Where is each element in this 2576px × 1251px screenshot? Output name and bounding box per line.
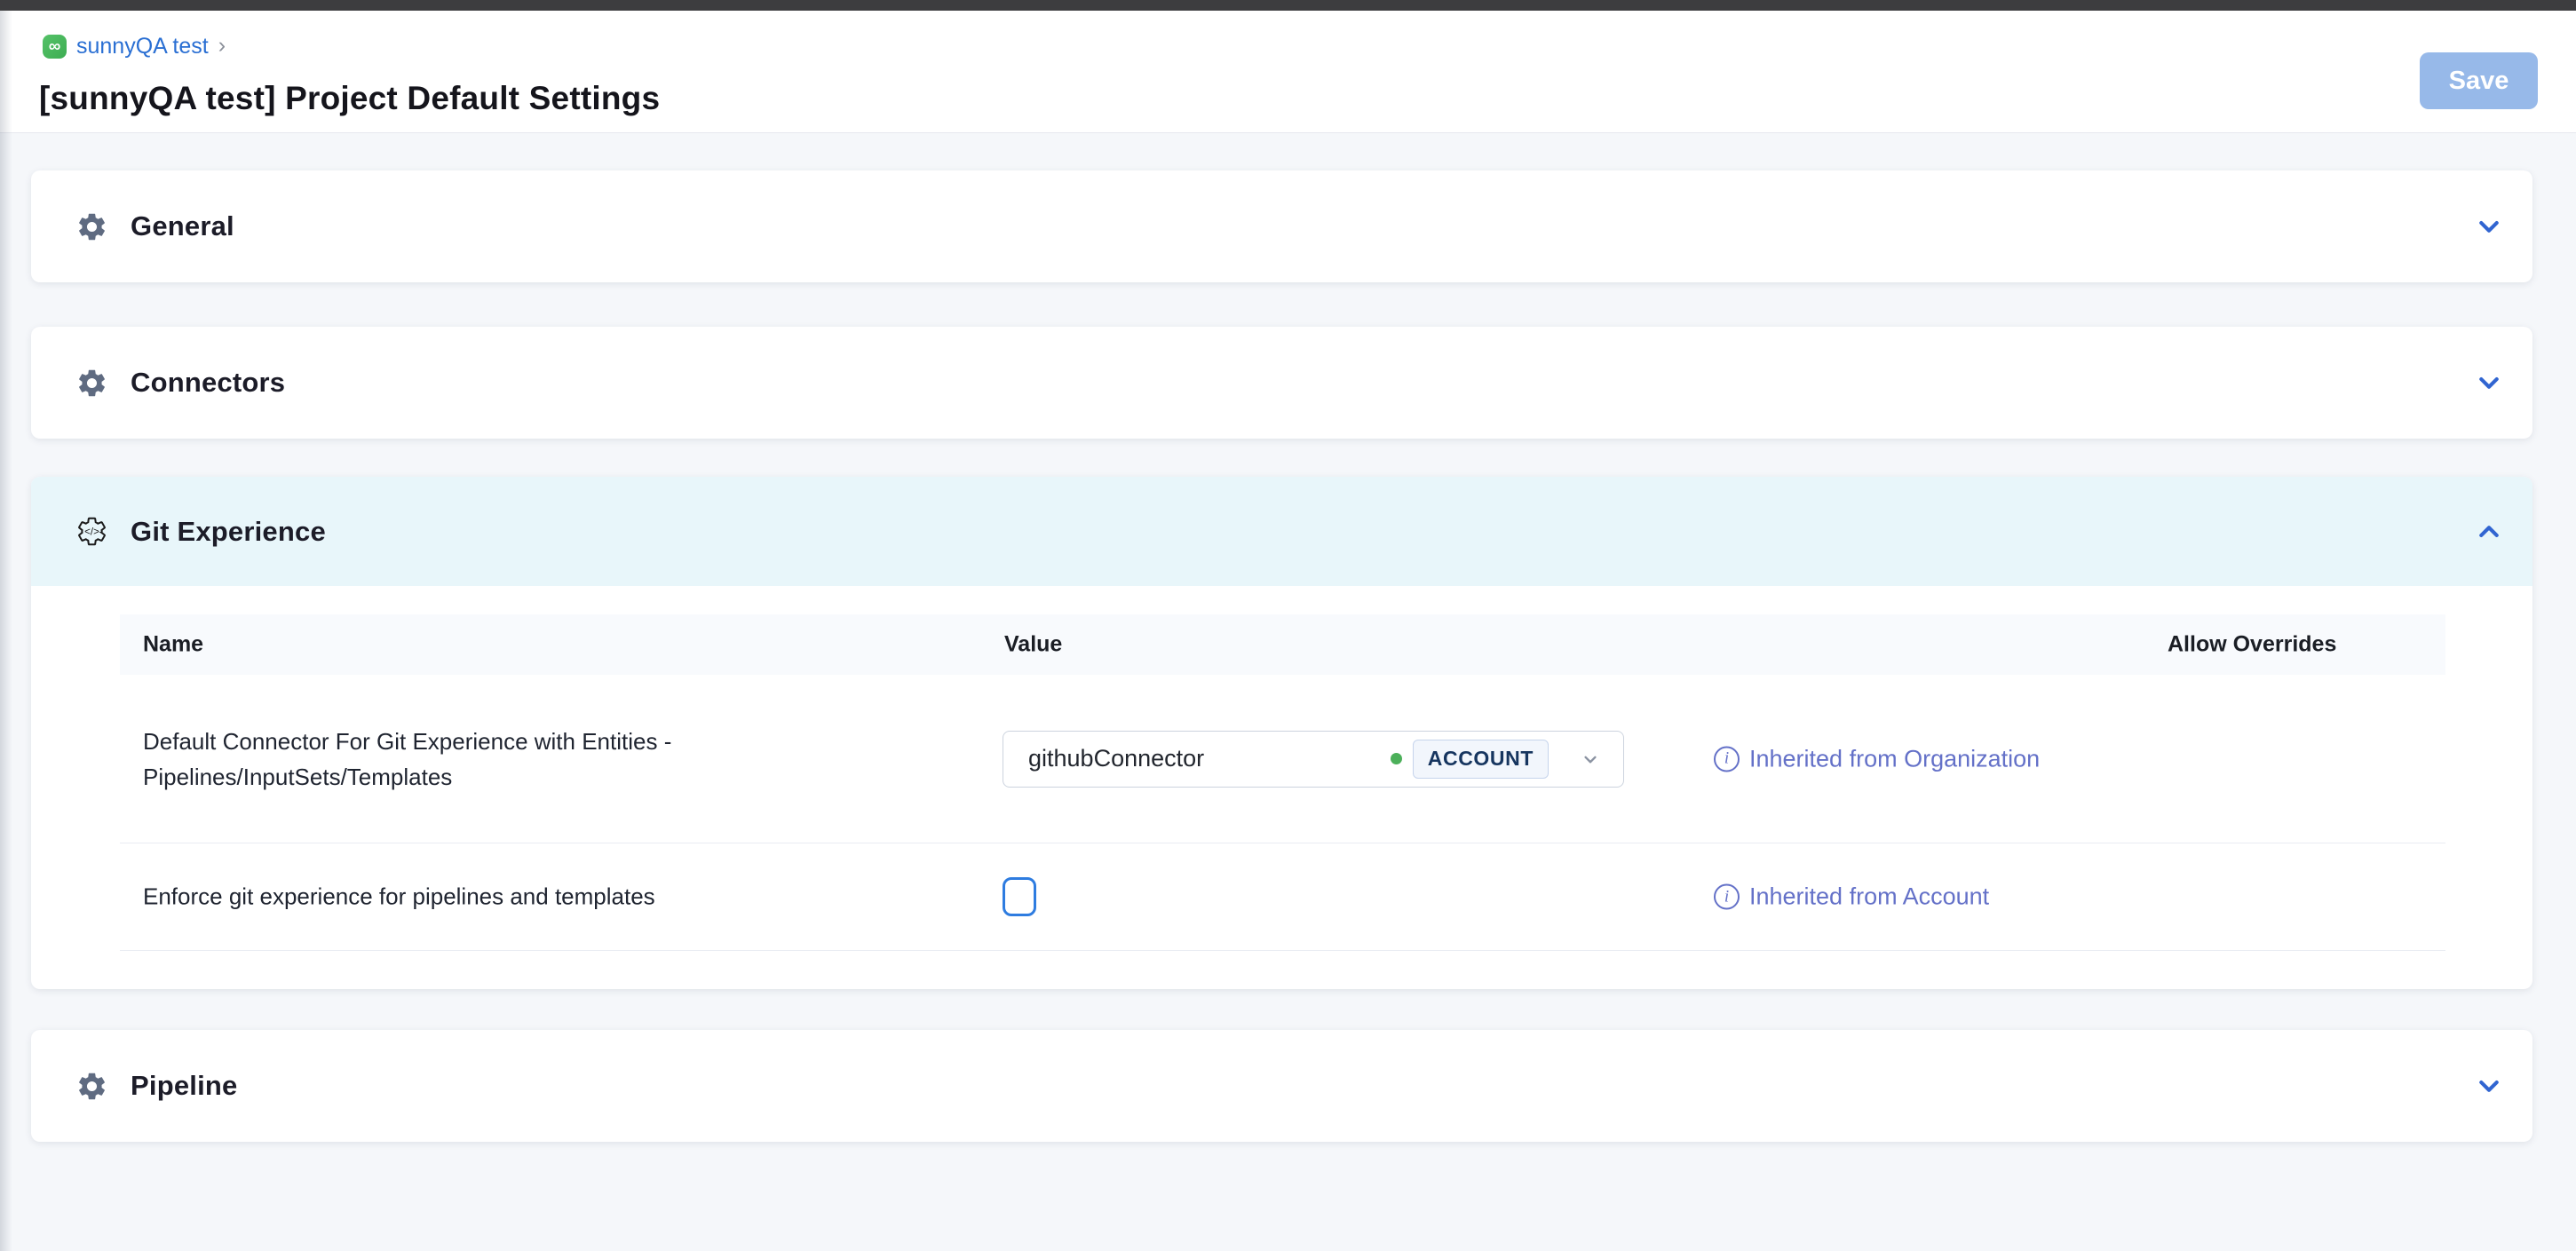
inherited-from-account-link[interactable]: i Inherited from Account [1714,883,1989,911]
setting-name-line1: Default Connector For Git Experience wit… [143,724,671,759]
connector-status-dot [1391,753,1402,764]
gear-icon [75,1070,108,1103]
info-icon: i [1714,884,1740,910]
section-header-pipeline[interactable]: Pipeline [31,1030,2532,1142]
column-header-allow-overrides: Allow Overrides [2168,632,2336,658]
window-top-bar [0,0,2576,11]
inherited-link-label: Inherited from Account [1749,883,1989,911]
setting-name-enforce-git: Enforce git experience for pipelines and… [143,883,655,911]
page-title: [sunnyQA test] Project Default Settings [39,80,660,117]
connector-select[interactable]: githubConnector ACCOUNT [1003,731,1624,788]
git-experience-gear-icon: </> [75,515,108,548]
chevron-down-icon[interactable] [1579,748,1602,771]
row-divider [120,950,2445,951]
git-settings-table: Name Value Allow Overrides Default Conne… [120,614,2445,951]
scope-badge: ACCOUNT [1413,740,1549,779]
setting-name-line2: Pipelines/InputSets/Templates [143,759,671,795]
section-header-general[interactable]: General [31,170,2532,282]
left-edge-shadow [0,11,12,1251]
column-header-value: Value [1004,632,1062,658]
section-title-pipeline: Pipeline [131,1070,237,1102]
setting-name-default-connector: Default Connector For Git Experience wit… [143,724,671,795]
chevron-down-icon[interactable] [2472,366,2506,400]
table-row: Enforce git experience for pipelines and… [120,843,2445,950]
section-card-git-experience: </> Git Experience Name Value Allow Over… [31,477,2532,989]
section-card-general: General [31,170,2532,282]
chevron-down-icon[interactable] [2472,210,2506,243]
section-title-git-experience: Git Experience [131,516,326,548]
section-card-connectors: Connectors [31,327,2532,439]
svg-text:</>: </> [84,527,99,538]
enforce-git-checkbox[interactable] [1003,877,1036,916]
breadcrumb: ∞ sunnyQA test › [43,34,226,59]
section-title-connectors: Connectors [131,367,285,399]
chevron-up-icon[interactable] [2472,515,2506,549]
gear-icon [75,210,108,243]
table-row: Default Connector For Git Experience wit… [120,675,2445,843]
connector-select-value: githubConnector [1028,745,1204,772]
section-card-pipeline: Pipeline [31,1030,2532,1142]
save-button[interactable]: Save [2420,52,2538,109]
section-title-general: General [131,210,234,242]
gear-icon [75,367,108,400]
column-header-name: Name [143,632,203,658]
section-header-connectors[interactable]: Connectors [31,327,2532,439]
chevron-down-icon[interactable] [2472,1069,2506,1103]
section-header-git-experience[interactable]: </> Git Experience [31,477,2532,586]
page-header: ∞ sunnyQA test › [sunnyQA test] Project … [0,11,2576,133]
table-header-row: Name Value Allow Overrides [120,614,2445,675]
chevron-right-icon: › [218,33,226,59]
project-icon: ∞ [43,35,67,59]
inherited-link-label: Inherited from Organization [1749,745,2040,772]
connector-select-extras: ACCOUNT [1391,740,1602,779]
inherited-from-organization-link[interactable]: i Inherited from Organization [1714,745,2040,772]
info-icon: i [1714,746,1740,772]
breadcrumb-project-link[interactable]: sunnyQA test [76,34,209,59]
